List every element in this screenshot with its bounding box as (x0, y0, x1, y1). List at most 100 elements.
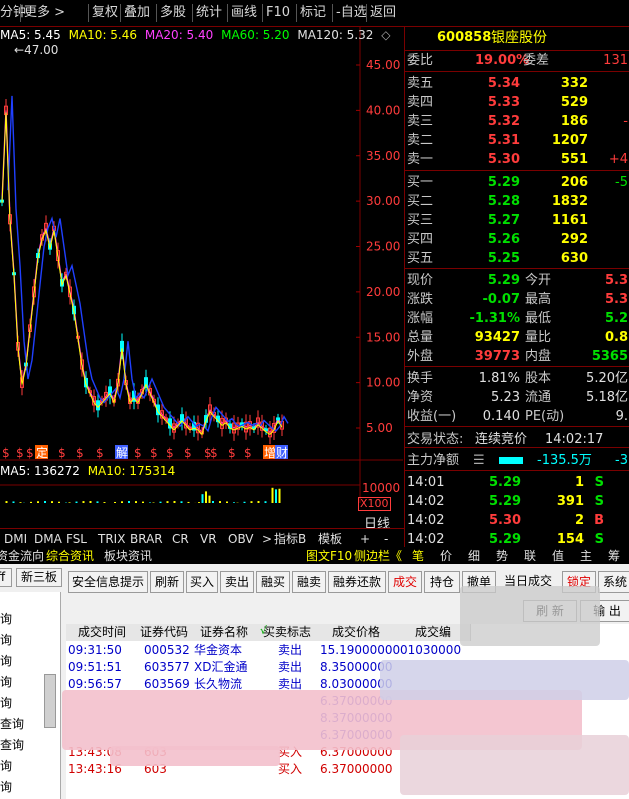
sidebar-item[interactable]: 查询 (0, 715, 24, 732)
toolbar-item-7[interactable]: F10 (266, 0, 290, 26)
indicator-tab-4[interactable]: BRAR (130, 530, 163, 548)
event-marker[interactable]: 解 (116, 446, 128, 460)
panel-tab-7[interactable]: 筹 (608, 547, 620, 565)
indicator-tab-10[interactable]: 模板 (318, 530, 342, 548)
info-tab-2[interactable]: 板块资讯 (104, 547, 152, 565)
volume-bar (37, 501, 39, 510)
sidebar-item[interactable]: 询 (0, 631, 12, 648)
side-tab-0[interactable]: 图文F10 (306, 547, 352, 565)
menu-icon[interactable]: ☰ (473, 451, 485, 470)
panel-tab-2[interactable]: 细 (468, 547, 480, 565)
indicator-tab-3[interactable]: TRIX (98, 530, 125, 548)
event-marker[interactable]: $ (184, 446, 192, 460)
trade-button-4[interactable]: 融买 (256, 571, 290, 593)
cell-code: 603577 (144, 660, 190, 674)
trade-button-8[interactable]: 持仓 (424, 571, 460, 593)
column-header[interactable]: 成交时间 (66, 624, 139, 641)
event-marker[interactable]: $ (16, 446, 24, 460)
event-marker[interactable]: $ (210, 446, 218, 460)
indicator-tab-6[interactable]: VR (200, 530, 217, 548)
trade-button-3[interactable]: 卖出 (220, 571, 254, 593)
trade-button-2[interactable]: 买入 (186, 571, 218, 593)
sidebar-item[interactable]: 询 (0, 694, 12, 711)
trade-button-12[interactable]: 系统 (598, 571, 629, 593)
volume-bar (212, 501, 214, 510)
toolbar-item-0[interactable]: 分钟 (0, 0, 26, 26)
toolbar-item-9[interactable]: -自选 (336, 0, 367, 26)
y-tick-label: 20.00 (366, 285, 400, 299)
sidebar-item[interactable]: 询 (0, 673, 12, 690)
indicator-tab-7[interactable]: OBV (228, 530, 254, 548)
event-marker[interactable]: $ (244, 446, 252, 460)
event-marker[interactable]: $ (228, 446, 236, 460)
trade-left-tab-0[interactable]: ff (0, 568, 12, 587)
toolbar-item-2[interactable]: 复权 (92, 0, 118, 26)
toolbar-item-1[interactable]: 更多 > (24, 0, 65, 26)
panel-tab-4[interactable]: 联 (524, 547, 536, 565)
kline-svg[interactable]: 45.00 40.00 35.00 30.00 25.00 20.00 15.00 10.00… (0, 27, 403, 526)
indicator-tab-8[interactable]: > (262, 530, 272, 548)
volume-bar (187, 501, 190, 510)
panel-tab-1[interactable]: 价 (440, 547, 452, 565)
toolbar-item-8[interactable]: 标记 (300, 0, 326, 26)
indicator-tab-5[interactable]: CR (172, 530, 189, 548)
sidebar-item[interactable]: 询 (0, 778, 12, 795)
sidebar-item[interactable]: 询 (0, 757, 12, 774)
kline-chart[interactable]: 45.00 40.00 35.00 30.00 25.00 20.00 15.00 10.00… (0, 27, 403, 526)
toolbar-item-6[interactable]: 画线 (231, 0, 257, 26)
volume-bar (19, 502, 22, 510)
diamond-icon[interactable]: ◇ (381, 28, 390, 42)
blur-mask (460, 586, 600, 646)
trade-left-tab-1[interactable]: 新三板 (16, 568, 62, 587)
trade-button-7[interactable]: 成交 (388, 571, 422, 593)
indicator-tab-9[interactable]: 指标B (274, 530, 306, 548)
trade-button-5[interactable]: 融卖 (292, 571, 326, 593)
event-marker[interactable]: $ (58, 446, 66, 460)
trade-button-0[interactable]: 安全信息提示 (68, 571, 148, 593)
event-marker[interactable]: $ (150, 446, 158, 460)
sidebar-item[interactable]: 询 (0, 610, 12, 627)
toolbar-item-4[interactable]: 多股 (160, 0, 186, 26)
bid-volume: 1832 (551, 194, 588, 209)
side-tab-1[interactable]: 侧边栏《 (354, 547, 402, 565)
indicator-tab-11[interactable]: + (360, 530, 370, 548)
info-tab-0[interactable]: 资金流向 (0, 547, 44, 565)
quote-row: 涨幅 -1.31% 最低 5.2 (405, 309, 629, 328)
panel-tab-6[interactable]: 主 (580, 547, 592, 565)
ask-price: 5.34 (487, 76, 520, 91)
event-marker[interactable]: $ (134, 446, 142, 460)
event-marker[interactable]: 增 (264, 446, 276, 460)
toolbar-item-3[interactable]: 叠加 (124, 0, 150, 26)
toolbar-item-10[interactable]: 返回 (370, 0, 396, 26)
sidebar-scrollbar[interactable] (44, 674, 56, 728)
trade-button-6[interactable]: 融券还款 (328, 571, 386, 593)
sidebar-item[interactable]: 查询 (0, 736, 24, 753)
volume-bar (121, 501, 123, 510)
panel-tab-5[interactable]: 值 (552, 547, 564, 565)
column-header[interactable]: 证券名称 (190, 624, 259, 641)
event-marker[interactable]: $ (76, 446, 84, 460)
event-marker[interactable]: $ (2, 446, 10, 460)
trade-button-1[interactable]: 刷新 (150, 571, 184, 593)
event-marker[interactable]: $ (96, 446, 104, 460)
panel-tab-3[interactable]: 势 (496, 547, 508, 565)
tick-row: 14:02 5.29 391 S (405, 492, 629, 511)
toolbar-item-5[interactable]: 统计 (196, 0, 222, 26)
sidebar-item[interactable]: 询 (0, 652, 12, 669)
indicator-tab-2[interactable]: FSL (66, 530, 87, 548)
ask-change: +4 (608, 152, 628, 167)
column-header[interactable]: 成交价格 (316, 624, 397, 641)
event-marker[interactable]: $ (166, 446, 174, 460)
event-marker[interactable]: $ (26, 446, 34, 460)
vol-ma10: MA10: 175314 (87, 464, 176, 478)
ma5-label: MA5: 5.45 (0, 28, 61, 42)
indicator-tab-0[interactable]: DMI (4, 530, 27, 548)
column-header[interactable]: 证券代码 (138, 624, 191, 641)
indicator-tab-12[interactable]: - (384, 530, 388, 548)
event-marker[interactable]: 财 (276, 446, 288, 460)
indicator-tab-1[interactable]: DMA (34, 530, 62, 548)
event-marker[interactable]: 定 (36, 445, 48, 460)
panel-tab-0[interactable]: 笔 (412, 547, 424, 565)
info-tab-1[interactable]: 综合资讯 (46, 547, 94, 565)
main-net-row: 主力净额 ☰ -135.5万 -3 (405, 451, 629, 470)
